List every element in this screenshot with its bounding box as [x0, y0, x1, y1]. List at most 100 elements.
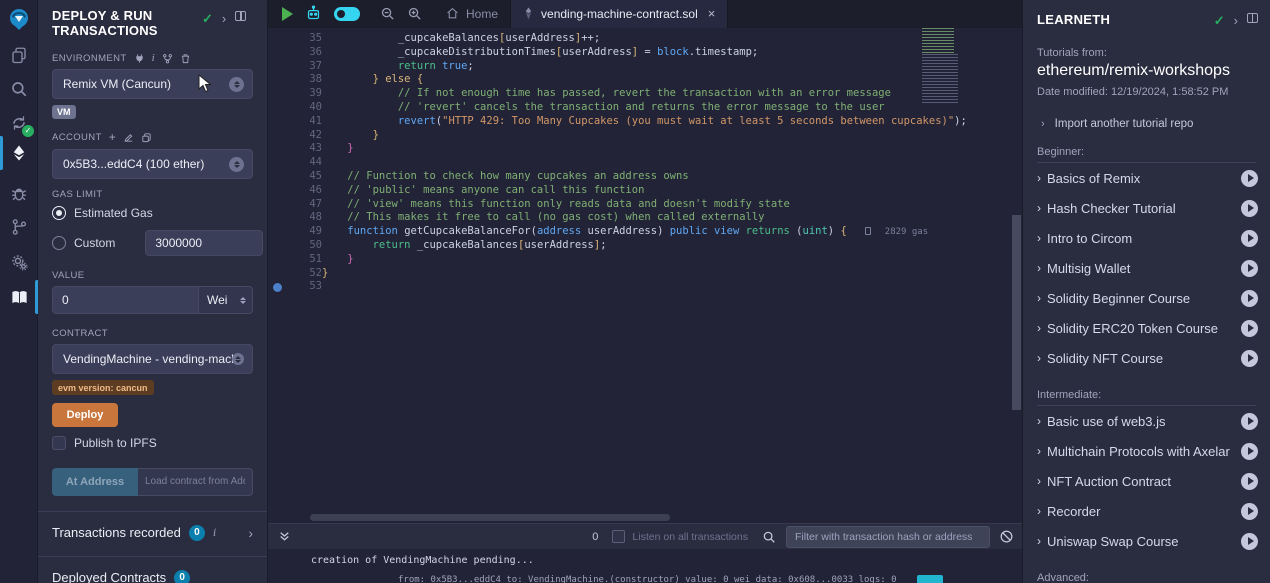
contract-select[interactable]: VendingMachine - vending-machin [52, 344, 253, 374]
edit-icon[interactable] [123, 132, 134, 143]
horizontal-scrollbar[interactable] [310, 514, 670, 521]
custom-gas-option[interactable]: Custom [52, 230, 267, 256]
chevron-right-icon: › [1037, 351, 1041, 365]
copy-icon[interactable] [141, 132, 152, 143]
publish-ipfs-option[interactable]: Publish to IPFS [52, 436, 267, 450]
estimated-gas-option[interactable]: Estimated Gas [52, 206, 267, 220]
code-editor[interactable]: 35 _cupcakeBalances[userAddress]++;36 _c… [268, 28, 1022, 523]
listen-checkbox[interactable] [612, 530, 625, 543]
vertical-scrollbar[interactable] [1012, 215, 1021, 410]
play-tutorial-button[interactable] [1241, 350, 1258, 367]
play-tutorial-button[interactable] [1241, 290, 1258, 307]
checkbox[interactable] [52, 436, 66, 450]
fork-icon[interactable] [162, 53, 173, 64]
tutorial-item[interactable]: ›Multichain Protocols with Axelar [1023, 436, 1270, 466]
tutorial-item[interactable]: › Solidity ERC20 Token Course [1023, 313, 1270, 343]
environment-select[interactable]: Remix VM (Cancun) [52, 69, 253, 99]
tab-home[interactable]: Home [434, 0, 511, 28]
chevron-right-icon: › [1037, 321, 1041, 335]
play-tutorial-button[interactable] [1241, 200, 1258, 217]
tutorial-item-label: Solidity Beginner Course [1047, 291, 1241, 306]
value-input[interactable] [52, 286, 199, 314]
sidebar-item-solidity-compiler[interactable]: ✓ [0, 106, 38, 140]
ai-assistant-icon[interactable] [305, 5, 322, 22]
zoom-in-icon[interactable] [407, 6, 422, 21]
sidebar-item-settings[interactable] [0, 245, 38, 279]
expand-panel-icon[interactable]: › [222, 11, 226, 26]
play-tutorial-button[interactable] [1241, 503, 1258, 520]
tutorial-item[interactable]: ›Solidity Beginner Course [1023, 283, 1270, 313]
line-number: 51 [278, 253, 322, 267]
tutorial-item-label: Solidity ERC20 Token Course [1047, 321, 1241, 336]
copilot-toggle[interactable] [334, 7, 360, 21]
sidebar-item-deploy-run[interactable] [0, 136, 38, 170]
tutorial-item[interactable]: ›Solidity NFT Course [1023, 343, 1270, 373]
sidebar-item-debugger[interactable] [0, 176, 38, 210]
chevron-right-icon: › [1037, 231, 1041, 245]
add-account-icon[interactable]: + [109, 130, 116, 144]
line-number: 52 [278, 267, 322, 281]
play-tutorial-button[interactable] [1241, 443, 1258, 460]
at-address-button[interactable]: At Address [52, 468, 138, 496]
at-address-input[interactable] [138, 468, 253, 496]
line-number: 45 [278, 170, 322, 184]
play-tutorial-button[interactable] [1241, 230, 1258, 247]
tutorial-item-label: Hash Checker Tutorial [1047, 201, 1241, 216]
play-tutorial-button[interactable] [1241, 413, 1258, 430]
deploy-button[interactable]: Deploy [52, 403, 118, 427]
collapse-terminal-icon[interactable] [278, 530, 291, 543]
line-number: 47 [278, 198, 322, 212]
tutorial-item-label: Recorder [1047, 504, 1241, 519]
info-icon[interactable]: i [213, 525, 216, 540]
custom-gas-input[interactable] [145, 230, 263, 256]
play-tutorial-button[interactable] [1241, 260, 1258, 277]
sidebar-item-file-explorer[interactable] [0, 38, 38, 72]
account-label-row: ACCOUNT + [52, 130, 267, 144]
sidebar-item-search[interactable] [0, 72, 38, 106]
run-script-icon[interactable] [282, 7, 293, 21]
tutorial-item[interactable]: ›Recorder [1023, 496, 1270, 526]
close-tab-icon[interactable]: × [708, 6, 716, 21]
import-repo-toggle[interactable]: › Import another tutorial repo [1041, 118, 1270, 130]
clear-console-icon[interactable] [999, 529, 1014, 544]
transactions-recorded-row[interactable]: Transactions recorded 0 i › [38, 512, 267, 541]
listen-label: Listen on all transactions [632, 531, 748, 543]
tutorial-item[interactable]: ›Uniswap Swap Course [1023, 526, 1270, 556]
tutorial-item[interactable]: ›Multisig Wallet [1023, 253, 1270, 283]
editor-minimap[interactable] [922, 28, 960, 106]
line-number: 48 [278, 211, 322, 225]
tutorial-item[interactable]: ›Hash Checker Tutorial [1023, 193, 1270, 223]
environment-info-icon[interactable]: i [152, 52, 155, 64]
account-select[interactable]: 0x5B3...eddC4 (100 ether) [52, 149, 253, 179]
expand-panel-icon[interactable]: › [1234, 13, 1238, 28]
value-unit-select[interactable]: Wei [199, 286, 253, 314]
trash-icon[interactable] [180, 53, 191, 64]
radio-selected[interactable] [52, 206, 66, 220]
sidebar-item-git[interactable] [0, 210, 38, 244]
debug-button[interactable] [917, 575, 943, 583]
play-tutorial-button[interactable] [1241, 473, 1258, 490]
tutorial-item[interactable]: ›Intro to Circom [1023, 223, 1270, 253]
chevron-right-icon[interactable]: › [248, 525, 253, 541]
play-tutorial-button[interactable] [1241, 170, 1258, 187]
play-tutorial-button[interactable] [1241, 320, 1258, 337]
radio-unselected[interactable] [52, 236, 66, 250]
chevron-updown-icon [229, 157, 244, 172]
deployed-contracts-row[interactable]: Deployed Contracts 0 [38, 557, 267, 583]
pin-panel-icon[interactable] [235, 11, 246, 21]
breakpoint-dot[interactable] [273, 283, 282, 292]
code-line: 40 // 'revert' cancels the transaction a… [268, 101, 967, 115]
tab-vending-machine-contract[interactable]: vending-machine-contract.sol × [511, 0, 728, 28]
tutorial-item[interactable]: ›Basics of Remix [1023, 163, 1270, 193]
pin-panel-icon[interactable] [1247, 13, 1258, 23]
terminal-filter-input[interactable] [786, 526, 990, 548]
sidebar-item-learneth[interactable] [0, 280, 38, 314]
zoom-out-icon[interactable] [380, 6, 395, 21]
play-tutorial-button[interactable] [1241, 533, 1258, 550]
environment-label-row: ENVIRONMENT i [52, 52, 267, 64]
remix-logo[interactable] [0, 3, 38, 37]
tutorial-item[interactable]: ›Basic use of web3.js [1023, 406, 1270, 436]
line-number: 37 [278, 60, 322, 74]
plug-icon[interactable] [134, 53, 145, 64]
tutorial-item[interactable]: ›NFT Auction Contract [1023, 466, 1270, 496]
